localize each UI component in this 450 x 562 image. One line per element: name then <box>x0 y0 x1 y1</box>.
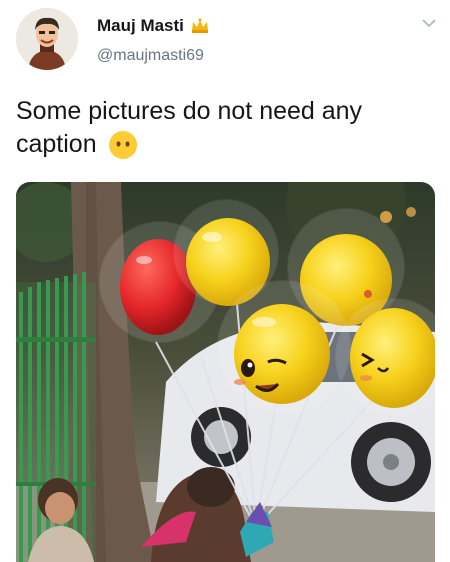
display-name-text: Mauj Masti <box>97 16 184 35</box>
tweet-text: Some pictures do not need any caption <box>16 95 436 161</box>
chevron-down-icon[interactable] <box>422 18 436 28</box>
crown-icon <box>191 18 208 33</box>
tweet-text-body: Some pictures do not need any caption <box>16 97 363 158</box>
user-handle[interactable]: @maujmasti69 <box>97 47 204 65</box>
avatar-image <box>16 8 78 70</box>
tweet-photo[interactable] <box>16 182 435 562</box>
balloon-seller-photo <box>16 182 435 562</box>
avatar[interactable] <box>16 8 78 70</box>
display-name[interactable]: Mauj Masti <box>97 16 210 36</box>
no-mouth-face-emoji <box>108 131 137 160</box>
